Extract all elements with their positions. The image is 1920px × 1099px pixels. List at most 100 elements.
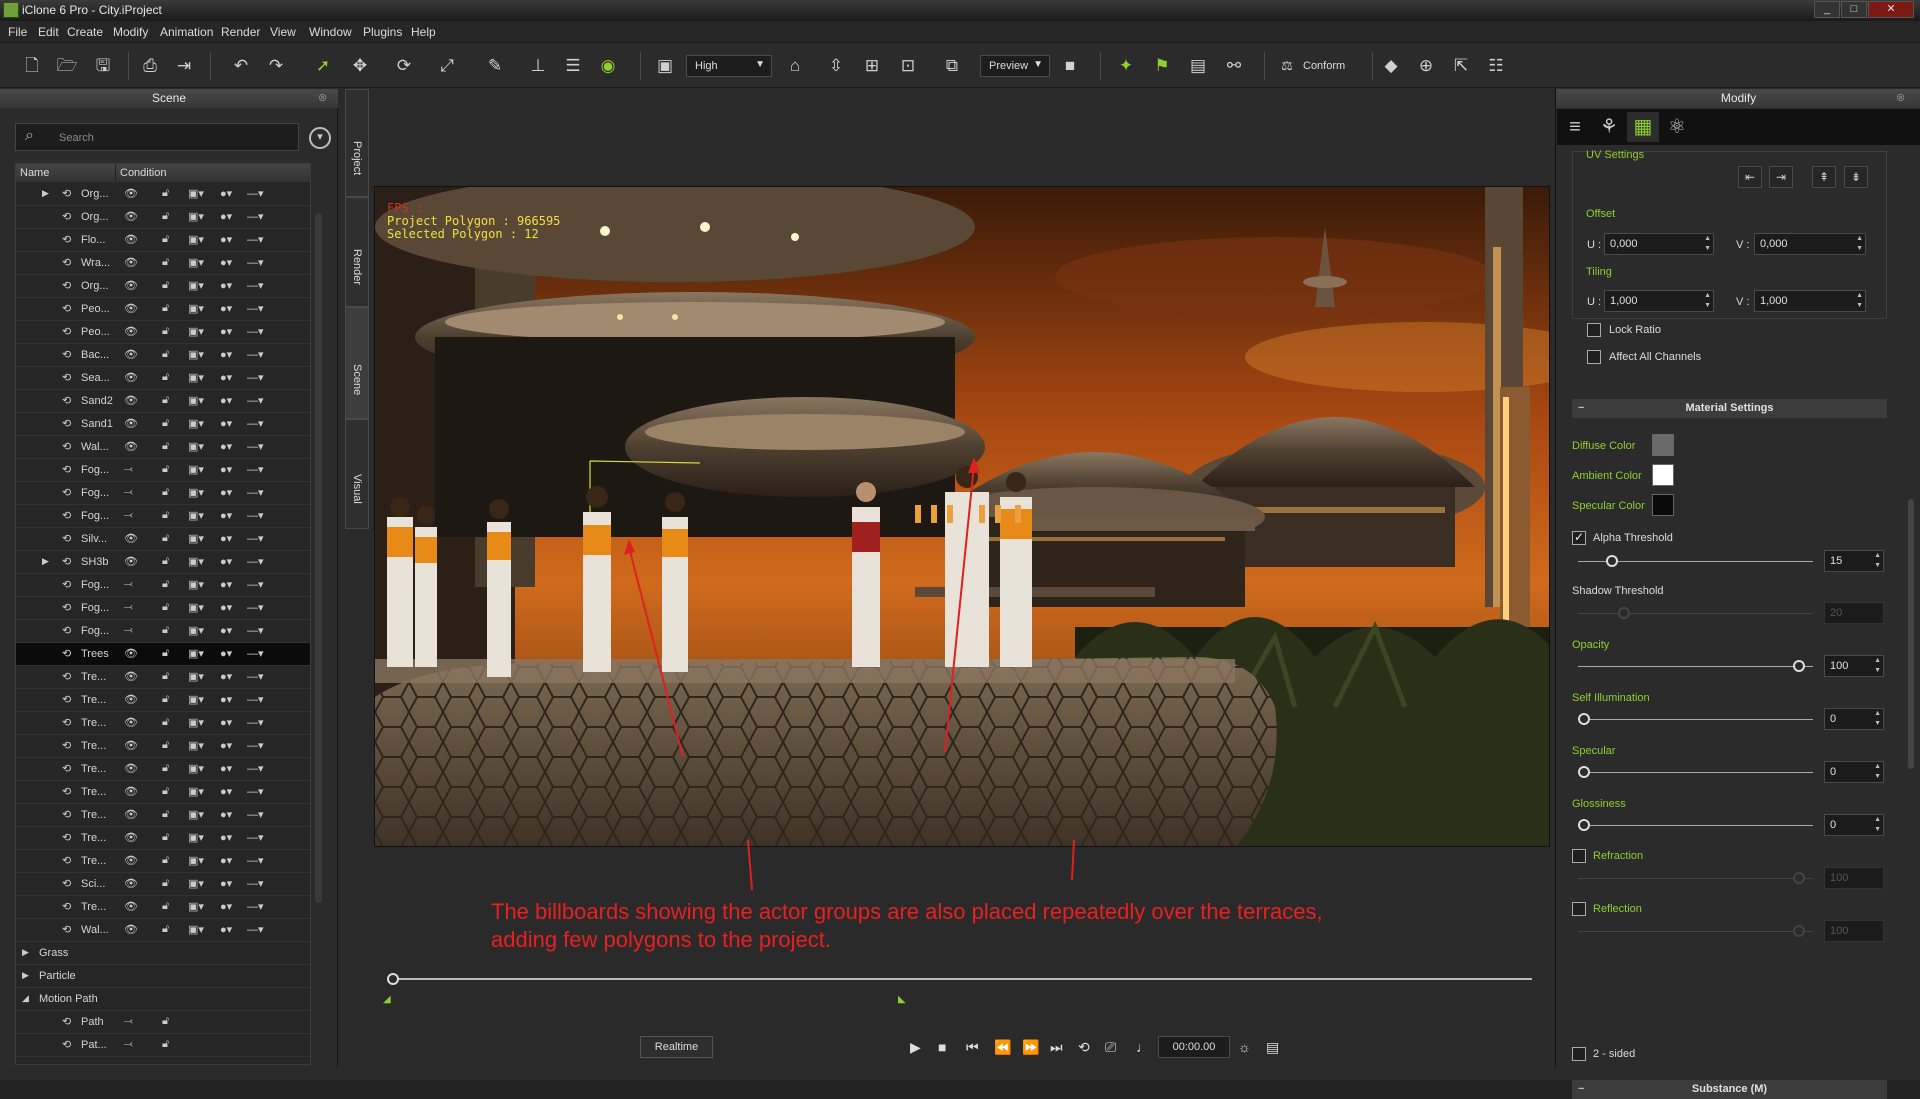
lock-icon[interactable]: 🔓︎ <box>162 187 169 200</box>
visibility-icon[interactable]: 👁 <box>124 854 138 867</box>
shadow-icon[interactable]: ●▾ <box>220 900 232 913</box>
shading-mode-icon[interactable]: ▣▾ <box>188 624 204 637</box>
menu-modify[interactable]: Modify <box>113 25 148 39</box>
connect-icon[interactable]: ⚯ <box>1222 54 1246 78</box>
tree-row[interactable]: ⟲ Bac... 👁 🔓︎ ▣▾ ●▾ —▾ <box>16 344 310 367</box>
script-icon[interactable]: ▤ <box>1186 54 1210 78</box>
shadow-icon[interactable]: ●▾ <box>220 256 232 269</box>
menu-edit[interactable]: Edit <box>38 25 59 39</box>
tree-row[interactable]: ⟲ Tre... 👁 🔓︎ ▣▾ ●▾ —▾ <box>16 850 310 873</box>
close-button[interactable]: ✕ <box>1868 1 1914 18</box>
shading-mode-icon[interactable]: ▣▾ <box>188 440 204 453</box>
shading-mode-icon[interactable]: ▣▾ <box>188 670 204 683</box>
tab-project[interactable]: Project <box>345 89 369 197</box>
shadow-icon[interactable]: ●▾ <box>220 808 232 821</box>
scene-tree-scrollbar[interactable] <box>315 213 322 903</box>
line-mode-icon[interactable]: —▾ <box>247 394 264 407</box>
expand-arrow-icon[interactable]: ◢ <box>22 993 29 1004</box>
lock-icon[interactable]: 🔓︎ <box>162 739 169 752</box>
shadow-icon[interactable]: ●▾ <box>220 601 232 614</box>
line-mode-icon[interactable]: —▾ <box>247 532 264 545</box>
save-icon[interactable]: 🖫 <box>91 54 115 78</box>
shading-mode-icon[interactable]: ▣▾ <box>188 578 204 591</box>
line-mode-icon[interactable]: —▾ <box>247 555 264 568</box>
fit-frame-icon[interactable]: ⊞ <box>860 54 884 78</box>
opacity-knob[interactable] <box>1793 660 1805 672</box>
tree-row[interactable]: ⟲ Peo... 👁 🔓︎ ▣▾ ●▾ —▾ <box>16 321 310 344</box>
tab-visual[interactable]: Visual <box>345 419 369 529</box>
shading-mode-icon[interactable]: ▣▾ <box>188 210 204 223</box>
lock-icon[interactable]: 🔓︎ <box>162 624 169 637</box>
line-mode-icon[interactable]: —▾ <box>247 716 264 729</box>
line-mode-icon[interactable]: —▾ <box>247 670 264 683</box>
tree-row[interactable]: ⟲ Tre... 👁 🔓︎ ▣▾ ●▾ —▾ <box>16 689 310 712</box>
tree-row[interactable]: ⟲ Trees 👁 🔓︎ ▣▾ ●▾ —▾ <box>16 643 310 666</box>
shadow-icon[interactable]: ●▾ <box>220 762 232 775</box>
subtitle-icon[interactable]: ⎚ <box>1105 1039 1116 1056</box>
modify-scrollbar[interactable] <box>1908 499 1914 769</box>
line-mode-icon[interactable]: —▾ <box>247 187 264 200</box>
lock-icon[interactable]: 🔓︎ <box>162 877 169 890</box>
shadow-icon[interactable]: ●▾ <box>220 509 232 522</box>
line-mode-icon[interactable]: —▾ <box>247 256 264 269</box>
zoom-icon[interactable]: ⊕ <box>1414 54 1438 78</box>
ambient-color-swatch[interactable] <box>1652 464 1674 486</box>
filter-dropdown-button[interactable]: ▾ <box>309 127 331 149</box>
lock-icon[interactable]: 🔓︎ <box>162 256 169 269</box>
shadow-icon[interactable]: ●▾ <box>220 578 232 591</box>
tree-row[interactable]: ⟲ Fog... ⤙ 🔓︎ ▣▾ ●▾ —▾ <box>16 482 310 505</box>
visibility-icon[interactable]: 👁 <box>124 923 138 936</box>
shading-mode-icon[interactable]: ▣▾ <box>188 509 204 522</box>
close-panel-icon[interactable]: ⊗ <box>318 91 327 104</box>
flag-icon[interactable]: ⚑ <box>1150 54 1174 78</box>
shadow-icon[interactable]: ●▾ <box>220 831 232 844</box>
shadow-icon[interactable]: ●▾ <box>220 325 232 338</box>
tree-row[interactable]: ⟲ Org... 👁 🔓︎ ▣▾ ●▾ —▾ <box>16 275 310 298</box>
line-mode-icon[interactable]: —▾ <box>247 808 264 821</box>
tree-group-row[interactable]: ◢ Motion Path <box>16 988 310 1011</box>
tiling-v-field[interactable]: 1,000 ▲ ▼ <box>1754 290 1866 312</box>
self-illumination-field[interactable]: 0 ▲ ▼ <box>1824 708 1884 730</box>
opacity-slider[interactable] <box>1578 666 1813 667</box>
shadow-icon[interactable]: ●▾ <box>220 371 232 384</box>
lock-icon[interactable]: 🔓︎ <box>162 394 169 407</box>
redo-icon[interactable]: ↷ <box>264 54 288 78</box>
lock-icon[interactable]: 🔓︎ <box>162 900 169 913</box>
tab-render[interactable]: Render <box>345 197 369 307</box>
tree-row[interactable]: ⟲ Fog... ⤙ 🔓︎ ▣▾ ●▾ —▾ <box>16 574 310 597</box>
open-folder-icon[interactable]: 🗁 <box>55 54 79 78</box>
offset-u-field[interactable]: 0,000 ▲ ▼ <box>1604 233 1714 255</box>
visibility-icon[interactable]: 👁 <box>124 348 138 361</box>
alpha-threshold-field[interactable]: 15 ▲ ▼ <box>1824 550 1884 572</box>
lock-icon[interactable]: 🔓︎ <box>162 302 169 315</box>
shading-mode-icon[interactable]: ▣▾ <box>188 325 204 338</box>
select-arrow-icon[interactable]: ➚ <box>311 54 335 78</box>
specular-slider[interactable] <box>1578 772 1813 773</box>
specular-knob[interactable] <box>1578 766 1590 778</box>
shadow-icon[interactable]: ●▾ <box>220 854 232 867</box>
shadow-icon[interactable]: ●▾ <box>220 785 232 798</box>
line-mode-icon[interactable]: —▾ <box>247 923 264 936</box>
lock-icon[interactable]: 🔓︎ <box>162 555 169 568</box>
minimize-button[interactable]: _ <box>1814 1 1840 18</box>
tree-group-row[interactable]: ▶ Particle <box>16 965 310 988</box>
shading-mode-icon[interactable]: ▣▾ <box>188 854 204 867</box>
to-end-icon[interactable]: ⏭ <box>1050 1039 1063 1056</box>
visibility-icon[interactable]: 👁 <box>124 877 138 890</box>
shadow-threshold-knob[interactable] <box>1618 607 1630 619</box>
shadow-icon[interactable]: ●▾ <box>220 486 232 499</box>
visibility-eye-icon[interactable]: ◉ <box>596 54 620 78</box>
shadow-icon[interactable]: ●▾ <box>220 877 232 890</box>
lock-icon[interactable]: 🔓︎ <box>162 1038 169 1051</box>
lock-icon[interactable]: 🔓︎ <box>162 279 169 292</box>
home-camera-icon[interactable]: ⌂ <box>783 54 807 78</box>
line-mode-icon[interactable]: —▾ <box>247 601 264 614</box>
refraction-knob[interactable] <box>1793 872 1805 884</box>
spinner-arrows-icon[interactable]: ▲ ▼ <box>1874 709 1881 729</box>
timeline-track[interactable] <box>392 978 1532 980</box>
lock-icon[interactable]: 🔓︎ <box>162 210 169 223</box>
menu-animation[interactable]: Animation <box>160 25 213 39</box>
visibility-icon[interactable]: 👁 <box>124 325 138 338</box>
undo-icon[interactable]: ↶ <box>229 54 253 78</box>
shading-mode-icon[interactable]: ▣▾ <box>188 555 204 568</box>
